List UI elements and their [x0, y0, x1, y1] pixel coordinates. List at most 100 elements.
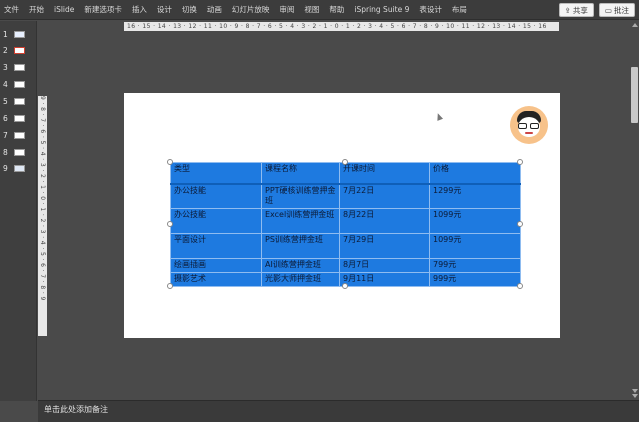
slide-number: 4: [3, 80, 8, 89]
slide-preview: [14, 98, 25, 105]
menu-file[interactable]: 文件: [4, 4, 19, 15]
table-cell[interactable]: 光影大师押金班: [261, 272, 340, 287]
slide-thumbnail[interactable]: 4: [0, 79, 37, 91]
menu-layout[interactable]: 布局: [452, 4, 467, 15]
slide-number: 1: [3, 30, 8, 39]
menu-table-design[interactable]: 表设计: [419, 4, 442, 15]
slide-thumbnail[interactable]: 7: [0, 130, 37, 142]
table-cell[interactable]: 摄影艺术: [170, 272, 262, 287]
menu-home[interactable]: 开始: [29, 4, 44, 15]
slide-number: 3: [3, 63, 8, 72]
table-cell[interactable]: Excel训练营押金班: [261, 208, 340, 234]
menu-view[interactable]: 视图: [304, 4, 319, 15]
slide-canvas[interactable]: 类型 课程名称 开课时间 价格 办公技能 PPT硬核训练营押金班 7月22日 1…: [124, 93, 560, 338]
resize-handle-bottom-left[interactable]: [167, 283, 173, 289]
menu-islide[interactable]: iSlide: [54, 5, 74, 14]
slide-preview: [14, 31, 25, 38]
menu-design[interactable]: 设计: [157, 4, 172, 15]
slide-thumbnail[interactable]: 8: [0, 147, 37, 159]
header-cell[interactable]: 课程名称: [261, 162, 340, 185]
header-cell[interactable]: 价格: [429, 162, 521, 185]
comment-icon: ▭: [604, 5, 612, 15]
slide-number: 8: [3, 148, 8, 157]
menu-review[interactable]: 审阅: [279, 4, 294, 15]
slide-number: 7: [3, 131, 8, 140]
scrollbar-thumb[interactable]: [631, 67, 638, 123]
comment-label: 批注: [614, 5, 629, 15]
slide-number: 2: [3, 46, 8, 55]
course-table-frame[interactable]: 类型 课程名称 开课时间 价格 办公技能 PPT硬核训练营押金班 7月22日 1…: [167, 159, 523, 289]
slide-number: 6: [3, 114, 8, 123]
slide-thumbnail-panel: 1 2 3 4 5 6 7 8 9: [0, 21, 37, 401]
slide-number: 5: [3, 97, 8, 106]
table-cell[interactable]: AI训练营押金班: [261, 258, 340, 273]
slide-thumbnail[interactable]: 5: [0, 96, 37, 108]
resize-handle-top-left[interactable]: [167, 159, 173, 165]
slide-thumbnail[interactable]: 9: [0, 163, 37, 175]
ribbon-right-actions: ⇪ 共享 ▭ 批注: [558, 3, 635, 17]
menu-transitions[interactable]: 切换: [182, 4, 197, 15]
slide-preview: [14, 64, 25, 71]
horizontal-ruler[interactable]: 16 · 15 · 14 · 13 · 12 · 11 · 10 · 9 · 8…: [124, 22, 559, 31]
avatar-mouth: [525, 132, 533, 134]
course-table[interactable]: 类型 课程名称 开课时间 价格 办公技能 PPT硬核训练营押金班 7月22日 1…: [170, 162, 521, 287]
scroll-down-icon[interactable]: [632, 389, 638, 393]
table-cell[interactable]: 8月22日: [339, 208, 430, 234]
table-cell[interactable]: 平面设计: [170, 233, 262, 259]
menu-new-tab[interactable]: 新建选项卡: [84, 4, 122, 15]
mouse-cursor-icon: [434, 112, 444, 121]
table-row: 办公技能 Excel训练营押金班 8月22日 1099元: [170, 208, 521, 234]
scroll-up-icon[interactable]: [632, 23, 638, 27]
notes-placeholder[interactable]: 单击此处添加备注: [44, 405, 108, 414]
comment-button[interactable]: ▭ 批注: [598, 3, 635, 17]
table-row: 办公技能 PPT硬核训练营押金班 7月22日 1299元: [170, 183, 521, 209]
header-cell[interactable]: 开课时间: [339, 162, 430, 185]
table-header-row: 类型 课程名称 开课时间 价格: [170, 162, 521, 185]
resize-handle-top-right[interactable]: [517, 159, 523, 165]
slide-preview: [14, 81, 25, 88]
resize-handle-bottom-right[interactable]: [517, 283, 523, 289]
slide-preview: [14, 149, 25, 156]
menu-animations[interactable]: 动画: [207, 4, 222, 15]
table-cell[interactable]: 9月11日: [339, 272, 430, 287]
ribbon-menu-bar: 文件 开始 iSlide 新建选项卡 插入 设计 切换 动画 幻灯片放映 审阅 …: [0, 0, 639, 20]
slide-thumbnail[interactable]: 6: [0, 113, 37, 125]
share-button[interactable]: ⇪ 共享: [558, 3, 594, 17]
next-slide-icon[interactable]: [632, 394, 638, 398]
avatar-image[interactable]: [510, 106, 548, 144]
slide-thumbnail[interactable]: 2: [0, 45, 37, 57]
table-cell[interactable]: 999元: [429, 272, 521, 287]
table-cell[interactable]: 绘画插画: [170, 258, 262, 273]
notes-pane[interactable]: 单击此处添加备注: [38, 400, 639, 422]
table-cell[interactable]: 办公技能: [170, 183, 262, 209]
table-cell[interactable]: 1299元: [429, 183, 521, 209]
vertical-ruler-scale: 9 · 8 · 7 · 6 · 5 · 4 · 3 · 2 · 1 · 0 · …: [39, 96, 46, 301]
slide-preview: [14, 132, 25, 139]
resize-handle-left[interactable]: [167, 221, 173, 227]
table-cell[interactable]: 办公技能: [170, 208, 262, 234]
header-cell[interactable]: 类型: [170, 162, 262, 185]
table-row: 平面设计 PS训练营押金班 7月29日 1099元: [170, 233, 521, 259]
table-cell[interactable]: 7月29日: [339, 233, 430, 259]
menu-ispring[interactable]: iSpring Suite 9: [354, 5, 409, 14]
table-cell[interactable]: 1099元: [429, 208, 521, 234]
menu-slideshow[interactable]: 幻灯片放映: [232, 4, 270, 15]
avatar-glasses-right: [530, 123, 539, 129]
slide-thumbnail[interactable]: 1: [0, 29, 37, 41]
table-cell[interactable]: 7月22日: [339, 183, 430, 209]
menu-insert[interactable]: 插入: [132, 4, 147, 15]
resize-handle-right[interactable]: [517, 221, 523, 227]
menu-help[interactable]: 帮助: [329, 4, 344, 15]
table-cell[interactable]: PPT硬核训练营押金班: [261, 183, 340, 209]
slide-thumbnail[interactable]: 3: [0, 62, 37, 74]
table-cell[interactable]: PS训练营押金班: [261, 233, 340, 259]
slide-preview: [14, 115, 25, 122]
vertical-ruler[interactable]: 9 · 8 · 7 · 6 · 5 · 4 · 3 · 2 · 1 · 0 · …: [38, 96, 47, 336]
table-cell[interactable]: 8月7日: [339, 258, 430, 273]
slide-preview: [14, 165, 25, 172]
resize-handle-top[interactable]: [342, 159, 348, 165]
vertical-scrollbar[interactable]: [630, 21, 639, 401]
resize-handle-bottom[interactable]: [342, 283, 348, 289]
table-cell[interactable]: 799元: [429, 258, 521, 273]
table-cell[interactable]: 1099元: [429, 233, 521, 259]
